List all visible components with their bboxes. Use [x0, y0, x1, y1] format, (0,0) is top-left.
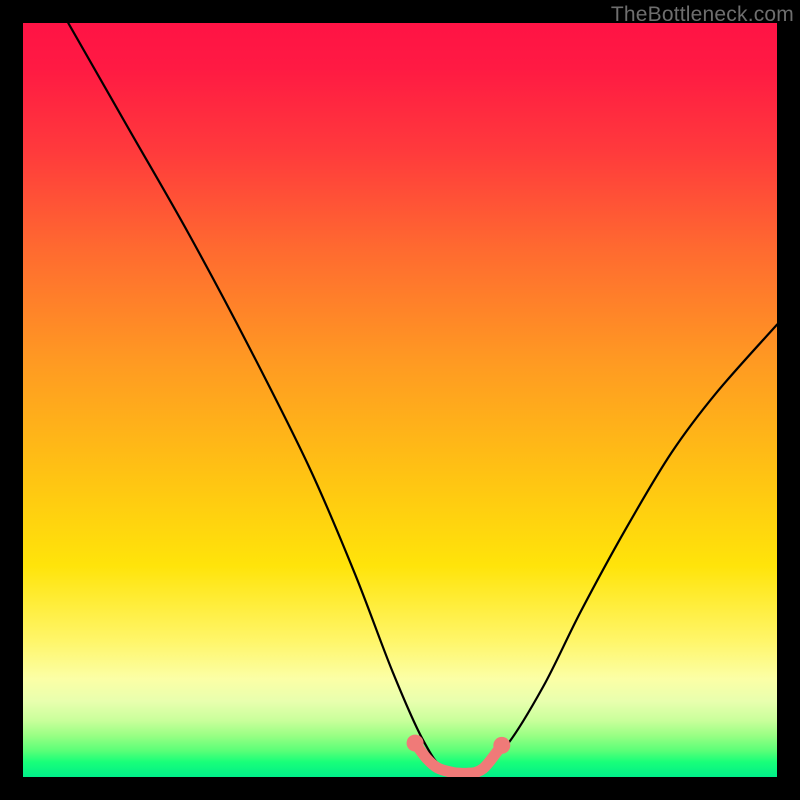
chart-frame: TheBottleneck.com — [0, 0, 800, 800]
plot-area — [23, 23, 777, 777]
bottleneck-curve — [68, 23, 777, 773]
chart-svg — [23, 23, 777, 777]
watermark-text: TheBottleneck.com — [611, 3, 794, 27]
band-endpoint-dot — [493, 737, 510, 754]
band-endpoint-dot — [407, 735, 424, 752]
